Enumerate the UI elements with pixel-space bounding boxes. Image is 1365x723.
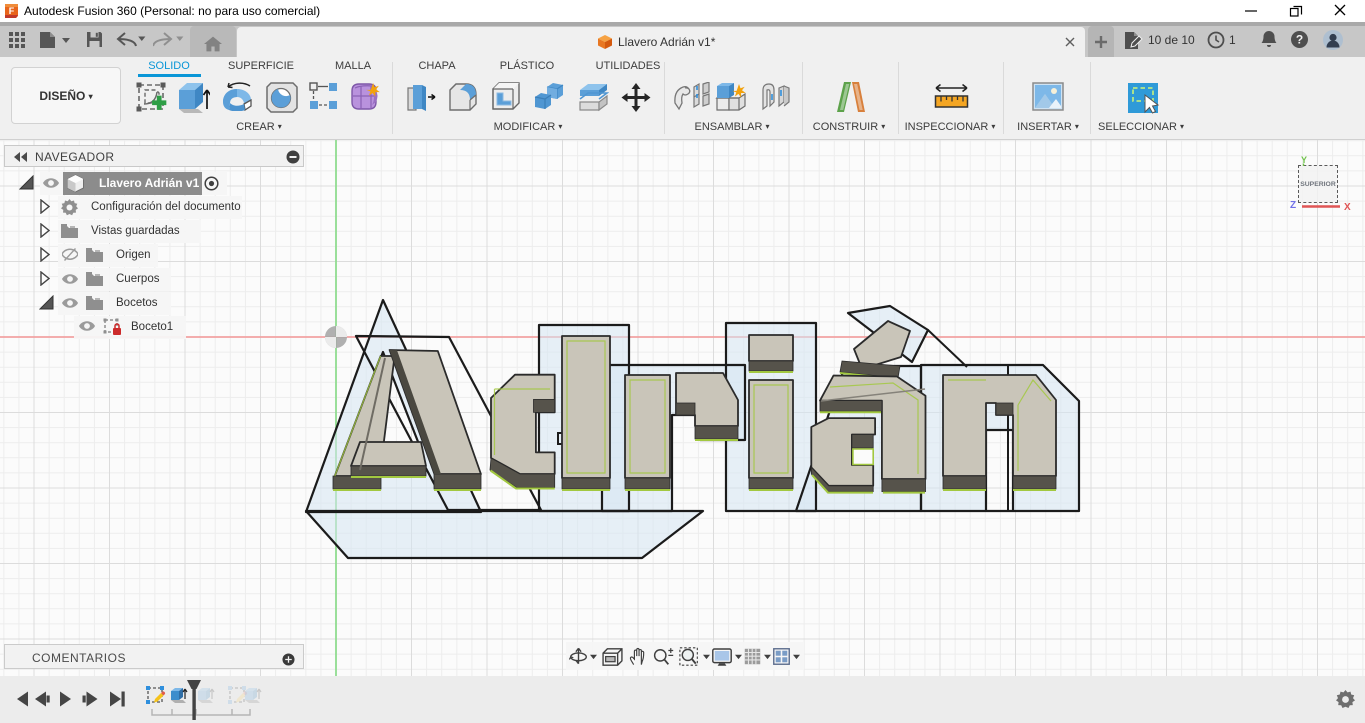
svg-text:F: F <box>9 6 15 16</box>
svg-text:X: X <box>1344 202 1351 213</box>
svg-text:Z: Z <box>1290 200 1296 211</box>
svg-text:?: ? <box>1296 33 1303 47</box>
